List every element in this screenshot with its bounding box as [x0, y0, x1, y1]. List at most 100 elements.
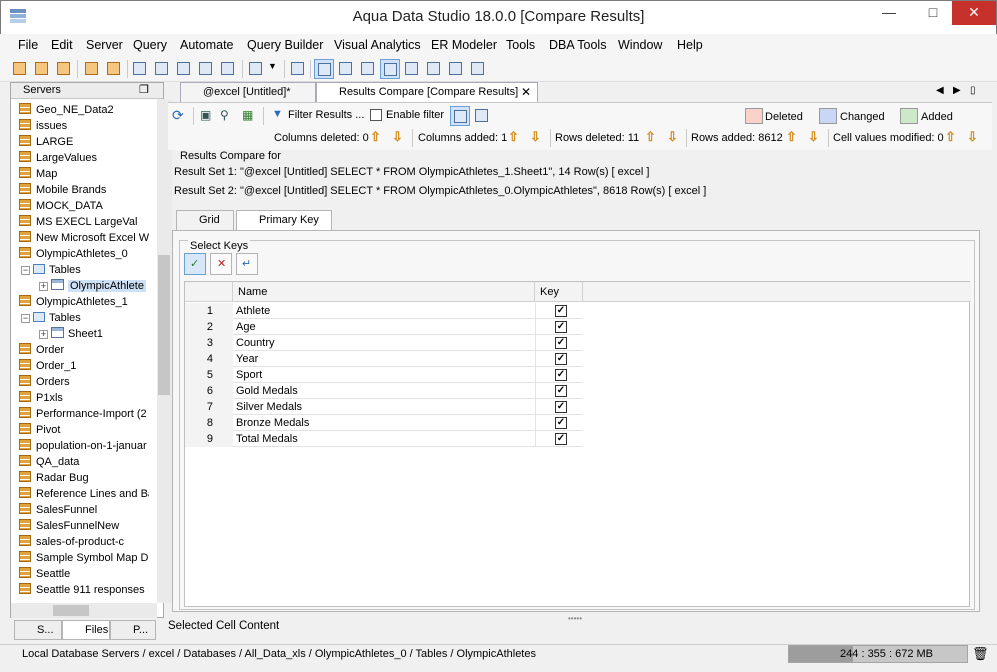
key-checkbox[interactable]: ✓ [555, 337, 567, 349]
scroll-thumb[interactable] [158, 255, 170, 395]
tree-item[interactable]: New Microsoft Excel W [19, 230, 149, 246]
server-tools-icon[interactable] [104, 59, 124, 79]
menu-query-builder[interactable]: Query Builder [247, 38, 323, 52]
menu-automate[interactable]: Automate [180, 38, 234, 52]
tree-item[interactable]: Pivot [19, 422, 149, 438]
arrow-down-icon[interactable]: ⇩ [808, 129, 819, 145]
server-filter-icon[interactable] [82, 59, 102, 79]
menu-er-modeler[interactable]: ER Modeler [431, 38, 497, 52]
layout-note-icon[interactable] [358, 59, 378, 79]
tree-item[interactable]: LARGE [19, 134, 149, 150]
key-checkbox[interactable]: ✓ [555, 417, 567, 429]
key-checkbox[interactable]: ✓ [555, 353, 567, 365]
tree-item[interactable]: sales-of-product-c [19, 534, 149, 550]
tree-item[interactable]: Seattle 911 responses [19, 582, 149, 598]
layout-tile-icon[interactable] [336, 59, 356, 79]
arrow-up-icon[interactable]: ⇧ [645, 129, 656, 145]
tree-item[interactable]: population-on-1-januar [19, 438, 149, 454]
restore-icon[interactable]: ❐ [139, 83, 149, 96]
find-icon[interactable]: ⚲ [220, 108, 229, 122]
tab-scroll-left-icon[interactable]: ◀ [936, 85, 944, 96]
column-name-cell[interactable]: Gold Medals [233, 383, 535, 399]
refresh-icon[interactable]: ⟳ [172, 107, 184, 124]
arrow-down-icon[interactable]: ⇩ [667, 129, 678, 145]
arrow-up-icon[interactable]: ⇧ [786, 129, 797, 145]
close-tab-icon[interactable]: ✕ [521, 83, 531, 101]
tree-item[interactable]: − Tables [21, 262, 149, 278]
column-name-cell[interactable]: Athlete [233, 303, 535, 319]
tab-scroll-right-icon[interactable]: ▶ [953, 85, 961, 96]
document-icon[interactable] [246, 59, 266, 79]
key-checkbox[interactable]: ✓ [555, 369, 567, 381]
chart-icon[interactable] [468, 59, 488, 79]
tree-item[interactable]: issues [19, 118, 149, 134]
tree-item[interactable]: SalesFunnelNew [19, 518, 149, 534]
compare-icon[interactable] [196, 59, 216, 79]
tab-excel-untitled[interactable]: @excel [Untitled]* [180, 82, 316, 102]
column-name-cell[interactable]: Sport [233, 367, 535, 383]
key-checkbox[interactable]: ✓ [555, 321, 567, 333]
column-name-cell[interactable]: Country [233, 335, 535, 351]
tab-projects[interactable]: P... [110, 620, 156, 640]
menu-query[interactable]: Query [133, 38, 167, 52]
arrow-down-icon[interactable]: ⇩ [392, 129, 403, 145]
tree-item[interactable]: OlympicAthletes_0 [19, 246, 149, 262]
tree-item[interactable]: SalesFunnel [19, 502, 149, 518]
arrow-up-icon[interactable]: ⇧ [945, 129, 956, 145]
memory-indicator[interactable]: 244 : 355 : 672 MB [788, 645, 968, 663]
tree-horizontal-scrollbar[interactable] [11, 603, 157, 618]
splitter-grip[interactable]: ••••• [568, 614, 582, 623]
column-name-cell[interactable]: Year [233, 351, 535, 367]
menu-help[interactable]: Help [677, 38, 703, 52]
menu-file[interactable]: File [18, 38, 38, 52]
enable-filter-checkbox[interactable] [370, 109, 382, 121]
tree-item[interactable]: MOCK_DATA [19, 198, 149, 214]
tree-item[interactable]: Order_1 [19, 358, 149, 374]
query-window-icon[interactable] [130, 59, 150, 79]
auto-keys-icon[interactable]: ↵ [236, 253, 258, 275]
column-name-cell[interactable]: Bronze Medals [233, 415, 535, 431]
menu-edit[interactable]: Edit [51, 38, 73, 52]
key-checkbox[interactable]: ✓ [555, 433, 567, 445]
select-all-keys-icon[interactable]: ✓ [184, 253, 206, 275]
maximize-button[interactable]: □ [916, 1, 950, 25]
scroll-thumb[interactable] [53, 605, 89, 616]
schema-icon[interactable] [218, 59, 238, 79]
server-register-icon[interactable] [10, 59, 30, 79]
tab-list-icon[interactable]: ▯ [970, 85, 976, 96]
menu-tools[interactable]: Tools [506, 38, 535, 52]
menu-window[interactable]: Window [618, 38, 662, 52]
layout-grid-icon[interactable] [314, 59, 334, 79]
tree-item[interactable]: QA_data [19, 454, 149, 470]
tree-item[interactable]: MS EXECL LargeVal [19, 214, 149, 230]
tree-item[interactable]: Order [19, 342, 149, 358]
layout-list-icon[interactable] [424, 59, 444, 79]
arrow-up-icon[interactable]: ⇧ [370, 129, 381, 145]
arrow-down-icon[interactable]: ⇩ [967, 129, 978, 145]
server-connect-icon[interactable] [54, 59, 74, 79]
query-builder-icon[interactable] [174, 59, 194, 79]
tree-item[interactable]: Performance-Import (2 [19, 406, 149, 422]
tree-item[interactable]: Seattle [19, 566, 149, 582]
clear-keys-icon[interactable]: ✕ [210, 253, 232, 275]
tab-results-compare[interactable]: Results Compare [Compare Results] ✕ [316, 82, 538, 102]
tree-item[interactable]: + Sheet1 [39, 326, 149, 342]
filter-icon[interactable]: ▼ [272, 108, 283, 120]
collapse-icon[interactable]: − [21, 314, 30, 323]
tree-item[interactable]: OlympicAthletes_1 [19, 294, 149, 310]
tree-item[interactable]: + OlympicAthlete [39, 278, 149, 294]
tree-item[interactable]: Orders [19, 374, 149, 390]
tree-item[interactable]: − Tables [21, 310, 149, 326]
tab-primary-key[interactable]: Primary Key [236, 210, 332, 230]
tree-item[interactable]: Mobile Brands [19, 182, 149, 198]
save-icon[interactable]: ▣ [200, 108, 211, 122]
tree-item[interactable]: Geo_NE_Data2 [19, 102, 149, 118]
minimize-button[interactable]: — [872, 1, 906, 25]
filter-results-button[interactable]: Filter Results ... [288, 109, 364, 121]
tree-item[interactable]: Sample Symbol Map Da [19, 550, 149, 566]
tree-item[interactable]: Reference Lines and Ba [19, 486, 149, 502]
layout-horizontal-icon[interactable] [450, 106, 470, 126]
layout-table-icon[interactable] [380, 59, 400, 79]
key-checkbox[interactable]: ✓ [555, 401, 567, 413]
name-column-header[interactable]: Name [233, 282, 535, 302]
